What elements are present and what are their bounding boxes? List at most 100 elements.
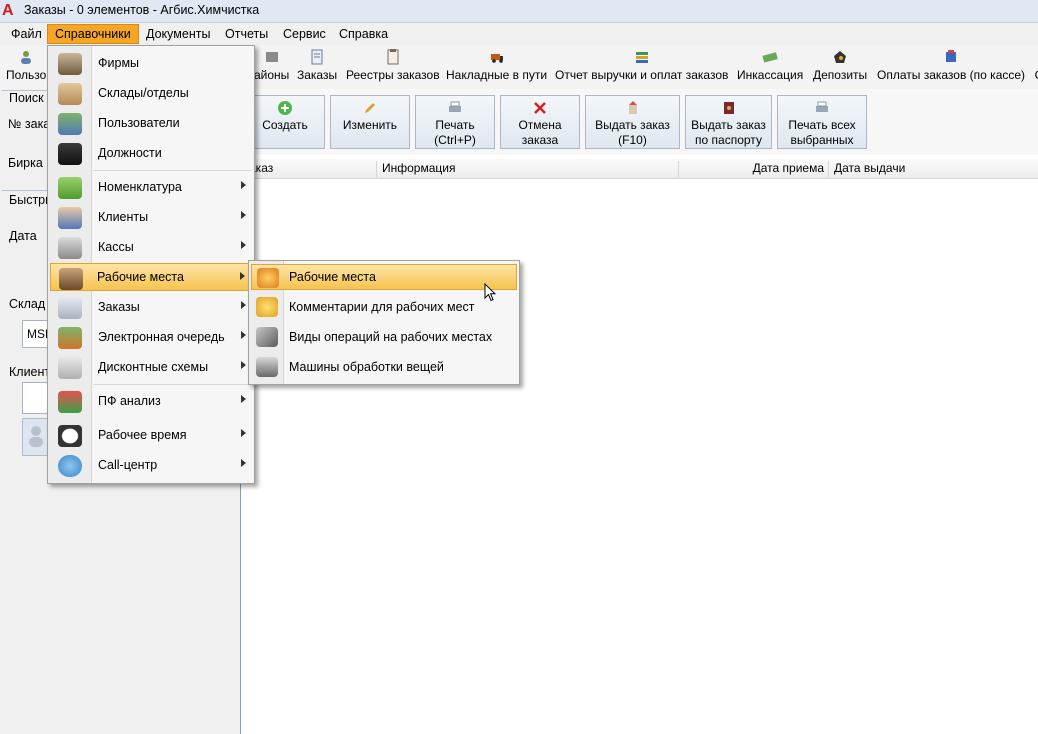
orders-icon	[58, 297, 82, 319]
workplace-icon	[59, 268, 83, 290]
dd-item-positions[interactable]: Должности	[50, 139, 252, 167]
menu-reports[interactable]: Отчеты	[218, 25, 275, 43]
column-info[interactable]: Информация	[376, 161, 678, 177]
chevron-right-icon	[241, 429, 246, 437]
dd-item-pf-analysis[interactable]: ПФ анализ	[50, 387, 252, 415]
toolbar-order-payments-button[interactable]: Оплаты заказов (по кассе)	[877, 49, 1025, 87]
create-button[interactable]: Создать	[245, 95, 325, 149]
users-icon	[21, 51, 32, 64]
toolbar-users-button[interactable]: Пользо	[6, 49, 46, 87]
menu-bar: Файл Справочники Документы Отчеты Сервис…	[0, 23, 1038, 45]
column-order[interactable]: аказ	[241, 161, 377, 177]
chevron-right-icon	[241, 211, 246, 219]
hardhat-icon	[257, 268, 279, 288]
chevron-right-icon	[241, 241, 246, 249]
sub-item-machines[interactable]: Машины обработки вещей	[251, 354, 517, 380]
plus-icon	[278, 101, 292, 115]
window-title: Заказы - 0 элементов - Агбис.Химчистка	[24, 3, 260, 17]
dd-item-clients[interactable]: Клиенты	[50, 203, 252, 231]
toolbar-districts-button[interactable]: айоны	[254, 49, 289, 87]
orders-icon	[311, 49, 323, 65]
toolbar-waybills-button[interactable]: Накладные в пути	[446, 49, 547, 87]
menu-service[interactable]: Сервис	[276, 25, 333, 43]
phone-icon	[58, 455, 82, 477]
dd-item-workplaces[interactable]: Рабочие места	[50, 263, 252, 291]
menu-documents[interactable]: Документы	[139, 25, 217, 43]
menu-help[interactable]: Справка	[332, 25, 395, 43]
percent-icon	[58, 357, 82, 379]
cash-register-icon	[58, 237, 82, 259]
dd-item-firms[interactable]: Фирмы	[50, 49, 252, 77]
toolbar-more-button[interactable]: С	[1031, 49, 1038, 87]
title-bar: A Заказы - 0 элементов - Агбис.Химчистка	[0, 0, 1038, 23]
print-button[interactable]: Печать (Ctrl+P)	[415, 95, 495, 149]
dd-item-discount-schemes[interactable]: Дисконтные схемы	[50, 353, 252, 381]
chevron-right-icon	[241, 331, 246, 339]
orders-grid-header: аказ Информация Дата приема Дата выдачи	[241, 159, 1038, 179]
hardhat-comment-icon	[256, 297, 278, 317]
chevron-right-icon	[241, 361, 246, 369]
stamp-icon	[58, 53, 82, 75]
chevron-right-icon	[240, 272, 245, 280]
dd-item-orders[interactable]: Заказы	[50, 293, 252, 321]
printer-icon	[449, 101, 461, 112]
dd-item-users[interactable]: Пользователи	[50, 109, 252, 137]
dd-item-warehouses[interactable]: Склады/отделы	[50, 79, 252, 107]
sub-item-workplaces[interactable]: Рабочие места	[251, 264, 517, 290]
issue-order-button[interactable]: Выдать заказ (F10)	[585, 95, 680, 149]
issue-icon	[628, 101, 637, 114]
dd-item-call-center[interactable]: Call-центр	[50, 451, 252, 479]
date-label: Дата	[9, 229, 37, 243]
basket-icon	[58, 177, 82, 199]
chevron-right-icon	[241, 301, 246, 309]
dd-item-work-time[interactable]: Рабочее время	[50, 421, 252, 449]
deposit-icon	[834, 51, 847, 63]
sub-item-operation-types[interactable]: Виды операций на рабочих местах	[251, 324, 517, 350]
print-selected-button[interactable]: Печать всех выбранных	[777, 95, 867, 149]
districts-icon	[265, 52, 278, 62]
printer-icon	[816, 101, 828, 112]
boxes-icon	[58, 83, 82, 105]
users-icon	[58, 113, 82, 135]
passport-icon	[723, 102, 734, 114]
toolbar-revenue-report-button[interactable]: Отчет выручки и оплат заказов	[555, 49, 728, 87]
chevron-right-icon	[241, 395, 246, 403]
references-dropdown: Фирмы Склады/отделы Пользователи Должнос…	[47, 45, 255, 484]
chevron-right-icon	[241, 181, 246, 189]
payment-icon	[946, 50, 957, 62]
column-issue-date[interactable]: Дата выдачи	[828, 161, 1034, 177]
issue-by-passport-button[interactable]: Выдать заказ по паспорту	[685, 95, 772, 149]
tools-icon	[256, 327, 278, 347]
mouse-cursor-icon	[484, 283, 496, 302]
client-label: Клиент	[9, 365, 51, 379]
column-receive-date[interactable]: Дата приема	[678, 161, 828, 177]
toolbar-orders-button[interactable]: Заказы	[297, 49, 337, 87]
queue-icon	[58, 327, 82, 349]
menu-references[interactable]: Справочники	[47, 24, 139, 44]
toolbar-collection-button[interactable]: Инкассация	[737, 49, 803, 87]
toolbar-deposits-button[interactable]: Депозиты	[813, 49, 867, 87]
app-logo-icon: A	[2, 2, 14, 19]
menu-file[interactable]: Файл	[4, 25, 49, 43]
clock-icon	[58, 425, 82, 447]
cancel-order-button[interactable]: Отмена заказа	[500, 95, 580, 149]
workplaces-submenu: Рабочие места Комментарии для рабочих ме…	[248, 260, 520, 385]
money-icon	[762, 52, 778, 63]
dd-item-nomenclature[interactable]: Номенклатура	[50, 173, 252, 201]
edit-button[interactable]: Изменить	[330, 95, 410, 149]
toolbar-registers-button[interactable]: Реестры заказов	[346, 49, 440, 87]
client-icon	[58, 207, 82, 229]
dd-item-cash-registers[interactable]: Кассы	[50, 233, 252, 261]
chevron-right-icon	[241, 459, 246, 467]
dd-item-e-queue[interactable]: Электронная очередь	[50, 323, 252, 351]
registers-icon	[387, 49, 399, 65]
sub-item-workplace-comments[interactable]: Комментарии для рабочих мест	[251, 294, 517, 320]
briefcase-icon	[58, 143, 82, 165]
pencil-icon	[365, 103, 375, 113]
books-icon	[635, 52, 648, 63]
close-icon	[534, 102, 546, 114]
client-icon	[29, 426, 43, 447]
analysis-icon	[58, 391, 82, 413]
tag-label: Бирка	[8, 156, 43, 170]
machine-icon	[256, 357, 278, 377]
